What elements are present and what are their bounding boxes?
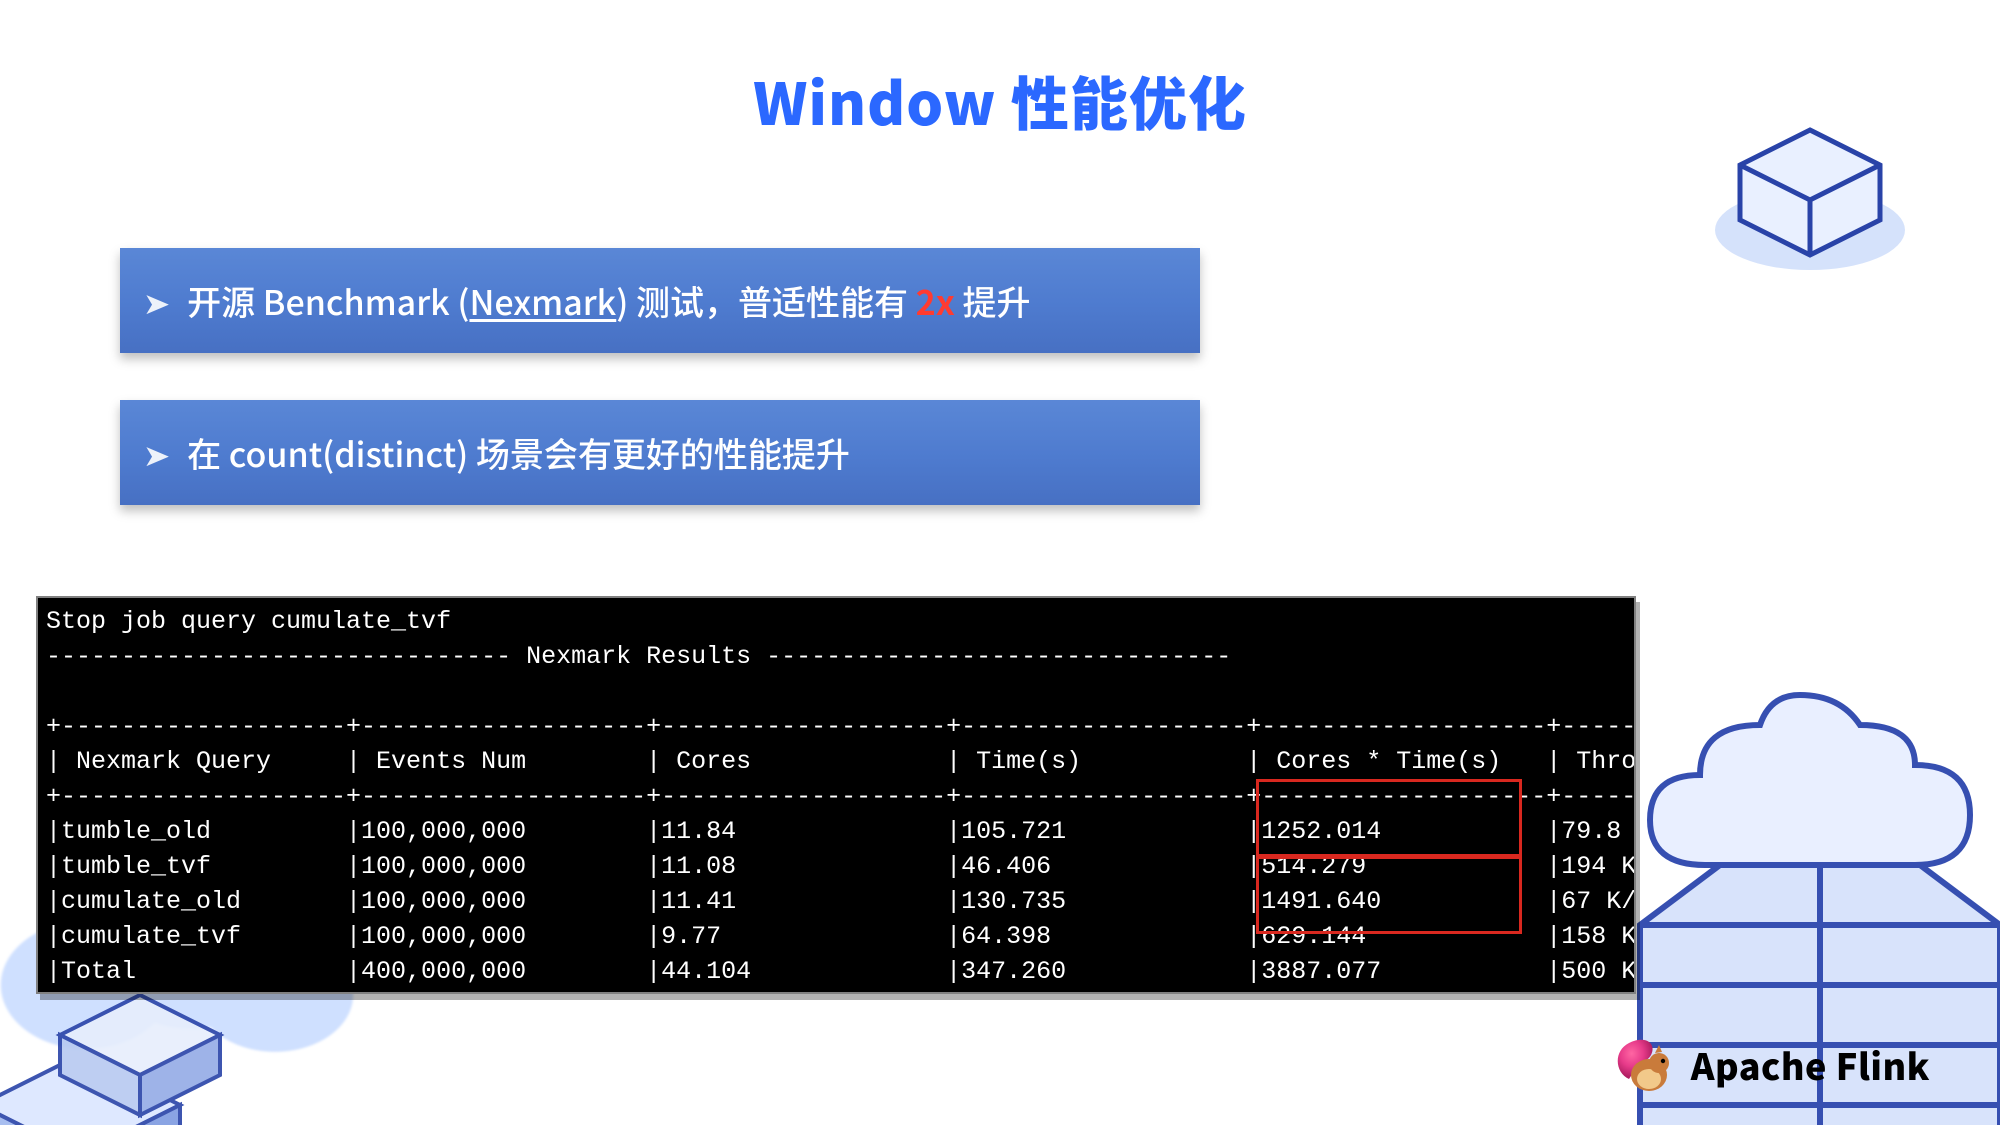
- terminal-border-top: +-------------------+-------------------…: [46, 712, 1636, 741]
- terminal-line-stop: Stop job query cumulate_tvf: [46, 607, 451, 636]
- terminal-line-rule: ------------------------------- Nexmark …: [46, 642, 1231, 671]
- terminal-output: Stop job query cumulate_tvf ------------…: [36, 596, 1636, 994]
- speedup-highlight: 2x: [916, 276, 955, 325]
- terminal-row-2: |tumble_tvf |100,000,000 |11.08 |46.406 …: [46, 852, 1636, 881]
- terminal-row-4: |cumulate_tvf |100,000,000 |9.77 |64.398…: [46, 922, 1636, 951]
- cloud-cube-icon: [1700, 120, 1960, 280]
- terminal-border-mid: +-------------------+-------------------…: [46, 782, 1636, 811]
- terminal-header: | Nexmark Query | Events Num | Cores | T…: [46, 747, 1636, 776]
- chevron-right-icon: ➤: [143, 431, 171, 475]
- terminal-row-3: |cumulate_old |100,000,000 |11.41 |130.7…: [46, 887, 1636, 916]
- bullet-1-text: 开源 Benchmark (Nexmark) 测试，普适性能有 2x 提升: [187, 276, 1030, 325]
- bullet-1-post2: 提升: [955, 276, 1031, 325]
- terminal-row-5: |Total |400,000,000 |44.104 |347.260 |38…: [46, 957, 1636, 986]
- bullet-2-text: 在 count(distinct) 场景会有更好的性能提升: [187, 428, 850, 477]
- bullet-1-pre: 开源 Benchmark (: [187, 276, 469, 325]
- nexmark-link[interactable]: Nexmark: [469, 276, 616, 325]
- flink-squirrel-icon: [1611, 1033, 1675, 1097]
- bullet-2: ➤ 在 count(distinct) 场景会有更好的性能提升: [120, 400, 1200, 505]
- page-title: Window 性能优化: [0, 58, 2000, 142]
- bullet-1-post1: ) 测试，普适性能有: [616, 276, 915, 325]
- bullet-1: ➤ 开源 Benchmark (Nexmark) 测试，普适性能有 2x 提升: [120, 248, 1200, 353]
- apache-flink-label: Apache Flink: [1691, 1039, 1930, 1091]
- terminal-border-bot: +-------------------+-------------------…: [46, 992, 1636, 994]
- terminal-row-1: |tumble_old |100,000,000 |11.84 |105.721…: [46, 817, 1636, 846]
- apache-flink-brand: Apache Flink: [1611, 1033, 1930, 1097]
- chevron-right-icon: ➤: [143, 279, 171, 323]
